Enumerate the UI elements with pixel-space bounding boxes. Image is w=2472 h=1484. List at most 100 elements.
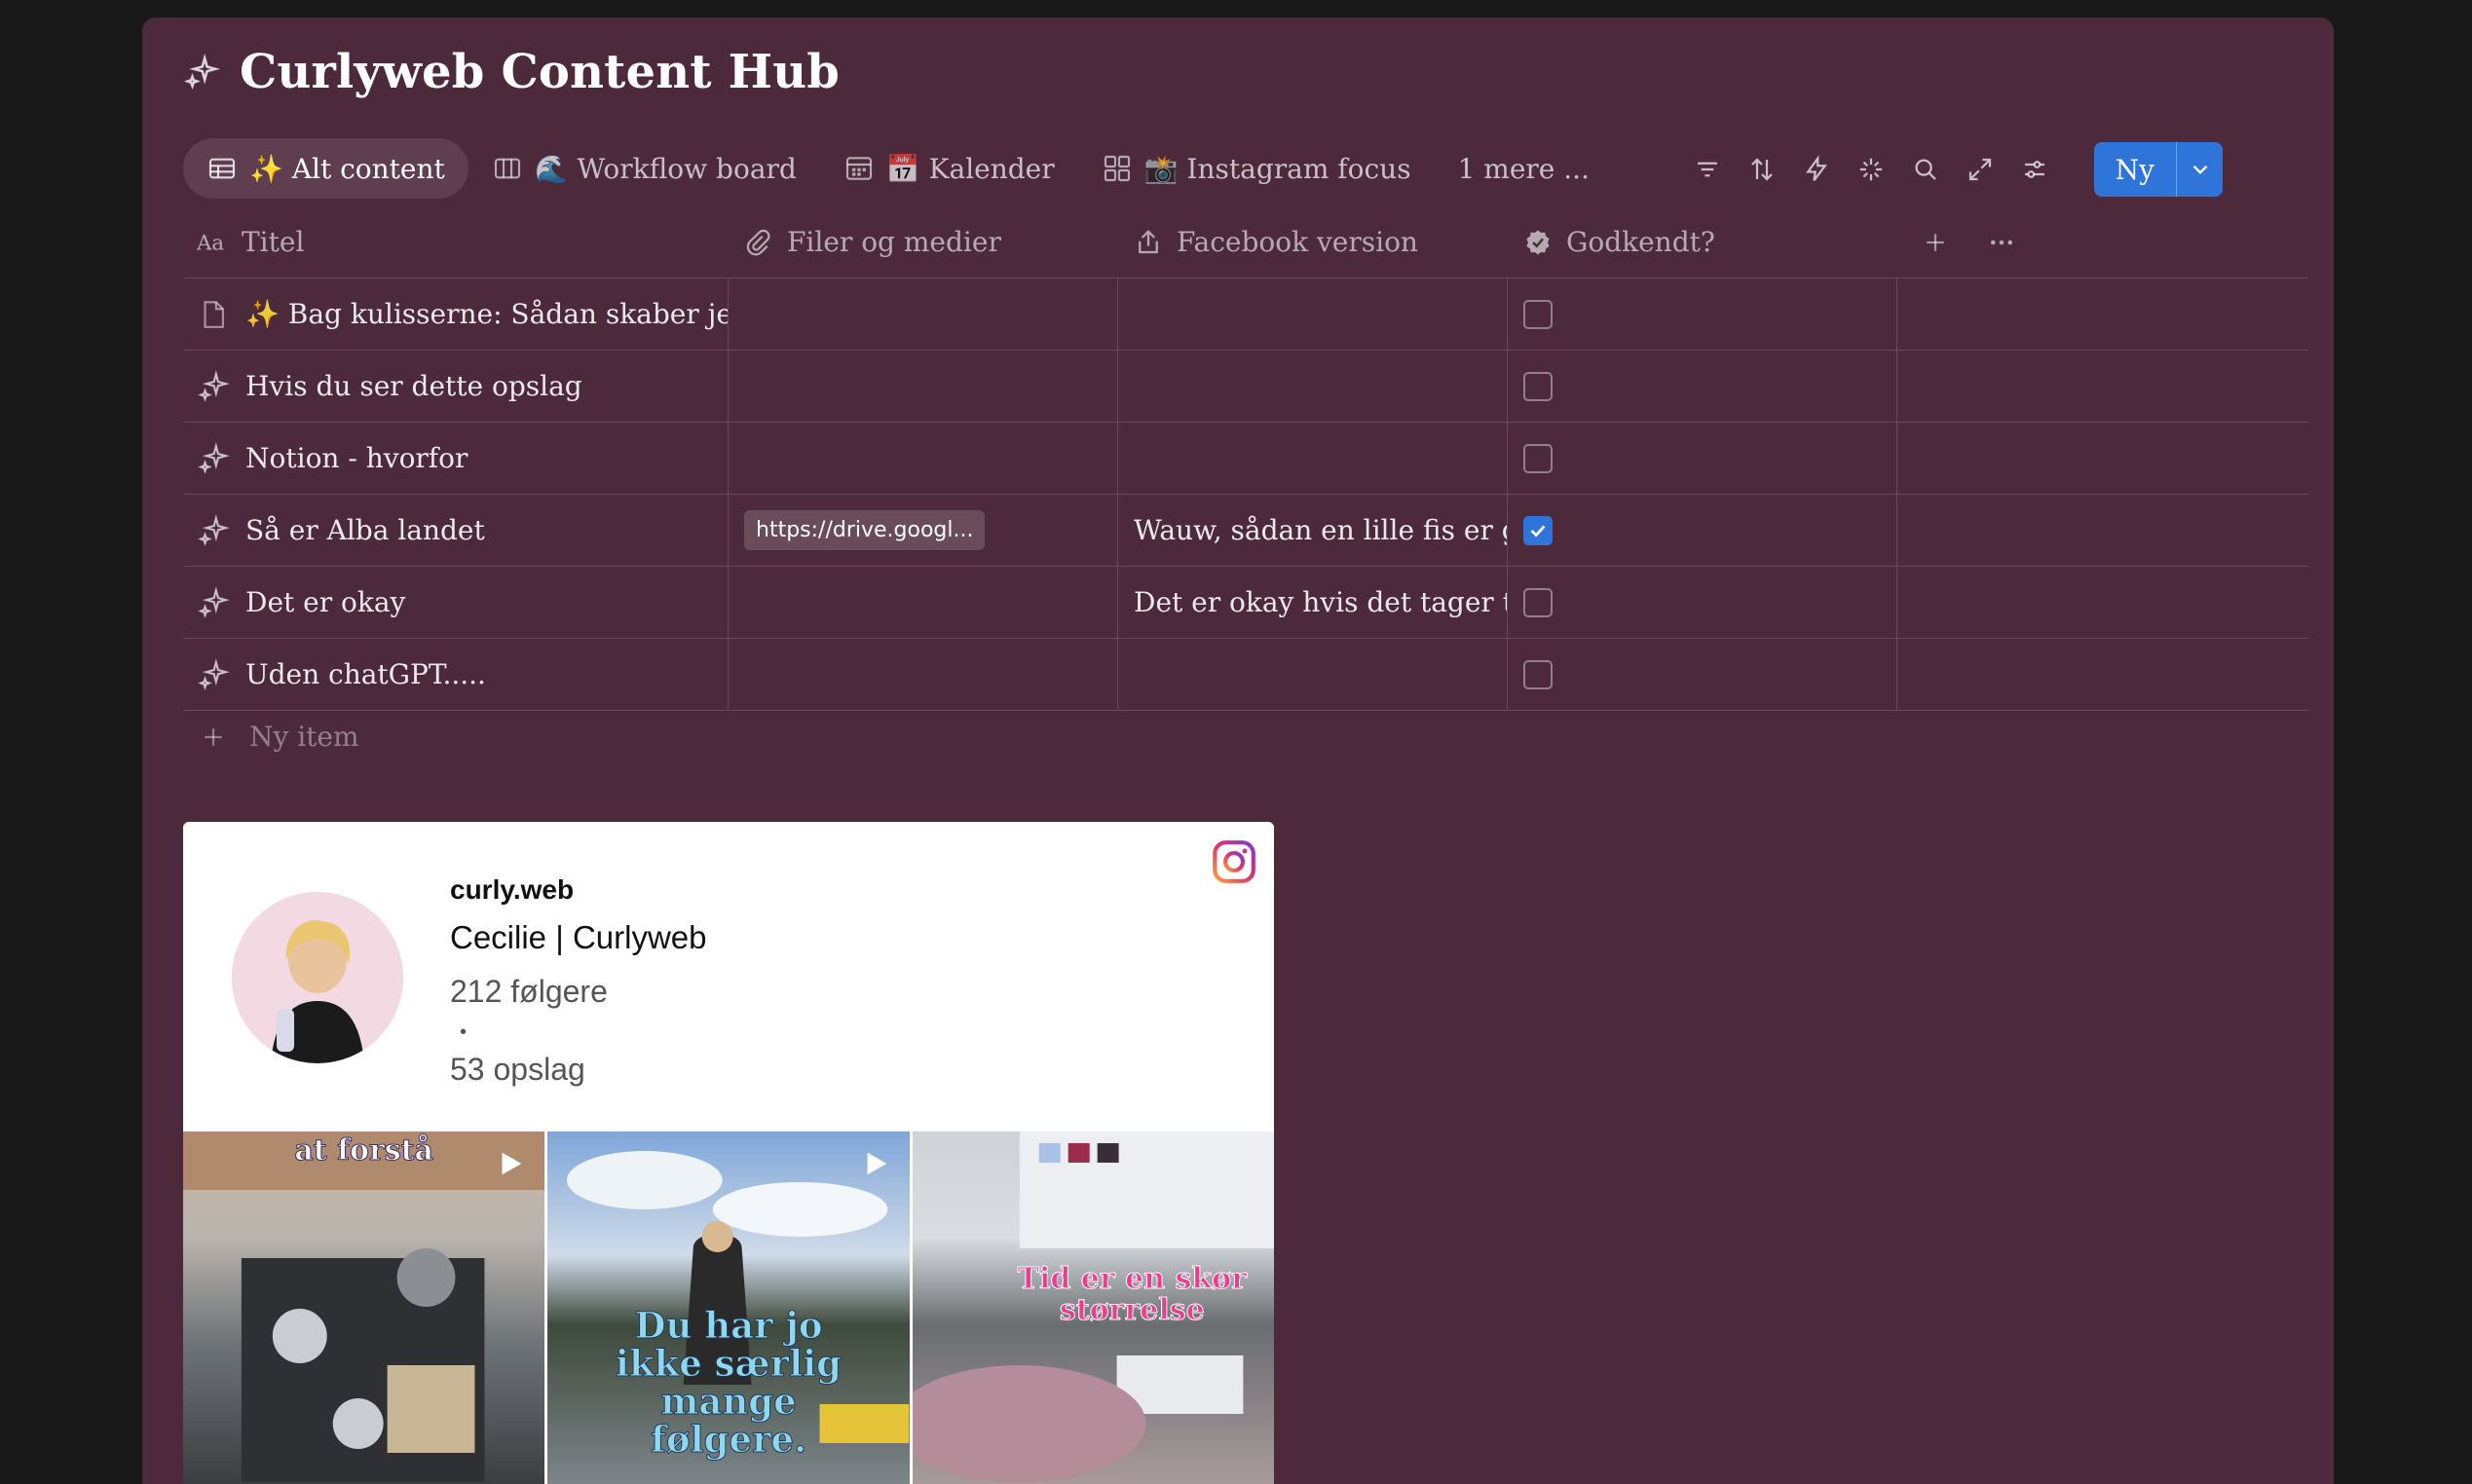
column-label: Titel (242, 226, 305, 258)
approved-cell[interactable] (1508, 567, 1897, 638)
instagram-post-tile[interactable]: at forstå (183, 1132, 545, 1484)
instagram-post-grid: at forstå Du har jo ikke særlig mange fø… (183, 1132, 1274, 1484)
facebook-cell[interactable] (1118, 639, 1508, 710)
files-cell[interactable]: https://drive.googl... (729, 495, 1118, 566)
approved-cell[interactable] (1508, 423, 1897, 494)
files-cell[interactable] (729, 567, 1118, 638)
new-item-label: Ny item (249, 721, 359, 753)
view-tabs: ✨ Alt content 🌊 Workflow board 📅 Kalende… (183, 138, 1613, 199)
facebook-cell[interactable] (1118, 351, 1508, 422)
reel-play-icon (867, 1152, 886, 1175)
more-views-button[interactable]: 1 mere ... (1435, 138, 1613, 199)
instagram-handle[interactable]: curly.web (450, 874, 706, 906)
title-cell[interactable]: Notion - hvorfor (183, 423, 729, 494)
automation-bolt-icon[interactable] (1798, 151, 1835, 188)
page-title: Curlyweb Content Hub (240, 45, 841, 99)
tab-kalender[interactable]: 📅 Kalender (820, 138, 1078, 199)
column-header-title[interactable]: Aa Titel (183, 206, 729, 278)
post-overlay-text: Du har jo ikke særlig mange følgere. (615, 1304, 843, 1461)
instagram-post-tile[interactable]: Du har jo ikke særlig mange følgere. (547, 1132, 910, 1484)
new-button[interactable]: Ny (2093, 142, 2176, 197)
tab-instagram-focus[interactable]: 📸 Instagram focus (1078, 138, 1435, 199)
empty-cell (1897, 423, 2308, 494)
table-row[interactable]: ✨ Bag kulisserne: Sådan skaber jeg keram… (183, 278, 2308, 351)
approved-cell[interactable] (1508, 495, 1897, 566)
checkmark-icon (1530, 524, 1546, 538)
column-header-actions (1897, 206, 2308, 278)
table-row[interactable]: Uden chatGPT..... (183, 639, 2308, 711)
facebook-cell[interactable] (1118, 278, 1508, 350)
approved-checkbox[interactable] (1523, 371, 1553, 401)
approved-checkbox[interactable] (1523, 299, 1553, 329)
more-views-label: 1 mere ... (1457, 152, 1590, 185)
table-row[interactable]: Så er Alba landet https://drive.googl...… (183, 495, 2308, 567)
new-item-button[interactable]: Ny item (199, 721, 359, 753)
row-title: Det er okay (245, 586, 406, 618)
approved-checkbox[interactable] (1523, 587, 1553, 617)
empty-cell (1897, 567, 2308, 638)
sparkles-icon (198, 585, 230, 618)
toolbar: Ny (1689, 142, 2223, 197)
post-overlay-text: Tid er en skør størrelse (1017, 1262, 1247, 1327)
search-icon[interactable] (1907, 151, 1944, 188)
chevron-down-icon (2192, 165, 2207, 174)
empty-cell (1897, 495, 2308, 566)
add-column-plus-icon[interactable] (1921, 228, 1950, 257)
column-label: Godkendt? (1566, 226, 1715, 258)
avatar[interactable] (232, 892, 403, 1063)
instagram-post-tile[interactable]: Tid er en skør størrelse (912, 1132, 1274, 1484)
ai-sparkle-icon[interactable] (1853, 151, 1890, 188)
page-document-icon (204, 300, 224, 328)
content-table: Aa Titel Filer og medier Facebook versio… (183, 206, 2308, 711)
tab-label: 🌊 Workflow board (534, 152, 797, 185)
paperclip-icon (746, 229, 770, 255)
files-cell[interactable] (729, 639, 1118, 710)
instagram-profile-info: curly.web Cecilie | Curlyweb 212 følgere… (450, 874, 706, 1088)
facebook-cell[interactable]: Wauw, sådan en lille fis er godt (1118, 495, 1508, 566)
instagram-name: Cecilie | Curlyweb (450, 919, 707, 955)
table-row[interactable]: Notion - hvorfor (183, 423, 2308, 495)
row-title: Notion - hvorfor (245, 442, 468, 474)
title-cell[interactable]: ✨ Bag kulisserne: Sådan skaber jeg keram… (183, 278, 729, 350)
approved-checkbox[interactable] (1523, 443, 1553, 473)
table-row[interactable]: Det er okay Det er okay hvis det tager t… (183, 567, 2308, 639)
title-cell[interactable]: Hvis du ser dette opslag (183, 351, 729, 422)
more-options-icon[interactable] (1987, 228, 2016, 257)
facebook-cell[interactable] (1118, 423, 1508, 494)
approved-checkbox[interactable] (1523, 659, 1553, 689)
file-link-chip[interactable]: https://drive.googl... (744, 510, 986, 550)
facebook-cell[interactable]: Det er okay hvis det tager tid at (1118, 567, 1508, 638)
approved-checkbox[interactable] (1523, 515, 1553, 545)
filter-icon[interactable] (1689, 151, 1726, 188)
title-cell[interactable]: Det er okay (183, 567, 729, 638)
tab-alt-content[interactable]: ✨ Alt content (183, 138, 468, 199)
approved-cell[interactable] (1508, 639, 1897, 710)
expand-icon[interactable] (1962, 151, 1999, 188)
table-icon (208, 158, 236, 179)
column-header-facebook[interactable]: Facebook version (1118, 206, 1508, 278)
table-row[interactable]: Hvis du ser dette opslag (183, 351, 2308, 423)
tab-workflow-board[interactable]: 🌊 Workflow board (468, 138, 820, 199)
row-title: Uden chatGPT..... (245, 658, 486, 690)
instagram-posts-count: 53 opslag (450, 1052, 585, 1087)
instagram-embed[interactable]: curly.web Cecilie | Curlyweb 212 følgere… (183, 822, 1274, 1484)
files-cell[interactable] (729, 423, 1118, 494)
reel-play-icon (502, 1152, 522, 1175)
table-header: Aa Titel Filer og medier Facebook versio… (183, 206, 2308, 278)
row-title: Hvis du ser dette opslag (245, 370, 582, 402)
title-cell[interactable]: Så er Alba landet (183, 495, 729, 566)
approved-cell[interactable] (1508, 278, 1897, 350)
files-cell[interactable] (729, 278, 1118, 350)
settings-sliders-icon[interactable] (2016, 151, 2053, 188)
files-cell[interactable] (729, 351, 1118, 422)
sparkles-icon (198, 441, 230, 474)
new-button-group: Ny (2093, 142, 2223, 197)
sort-icon[interactable] (1743, 151, 1780, 188)
instagram-icon[interactable] (1210, 837, 1258, 886)
column-header-approved[interactable]: Godkendt? (1508, 206, 1897, 278)
approved-cell[interactable] (1508, 351, 1897, 422)
column-label: Filer og medier (787, 226, 1001, 258)
title-cell[interactable]: Uden chatGPT..... (183, 639, 729, 710)
column-header-files[interactable]: Filer og medier (729, 206, 1118, 278)
new-dropdown-button[interactable] (2176, 142, 2223, 197)
